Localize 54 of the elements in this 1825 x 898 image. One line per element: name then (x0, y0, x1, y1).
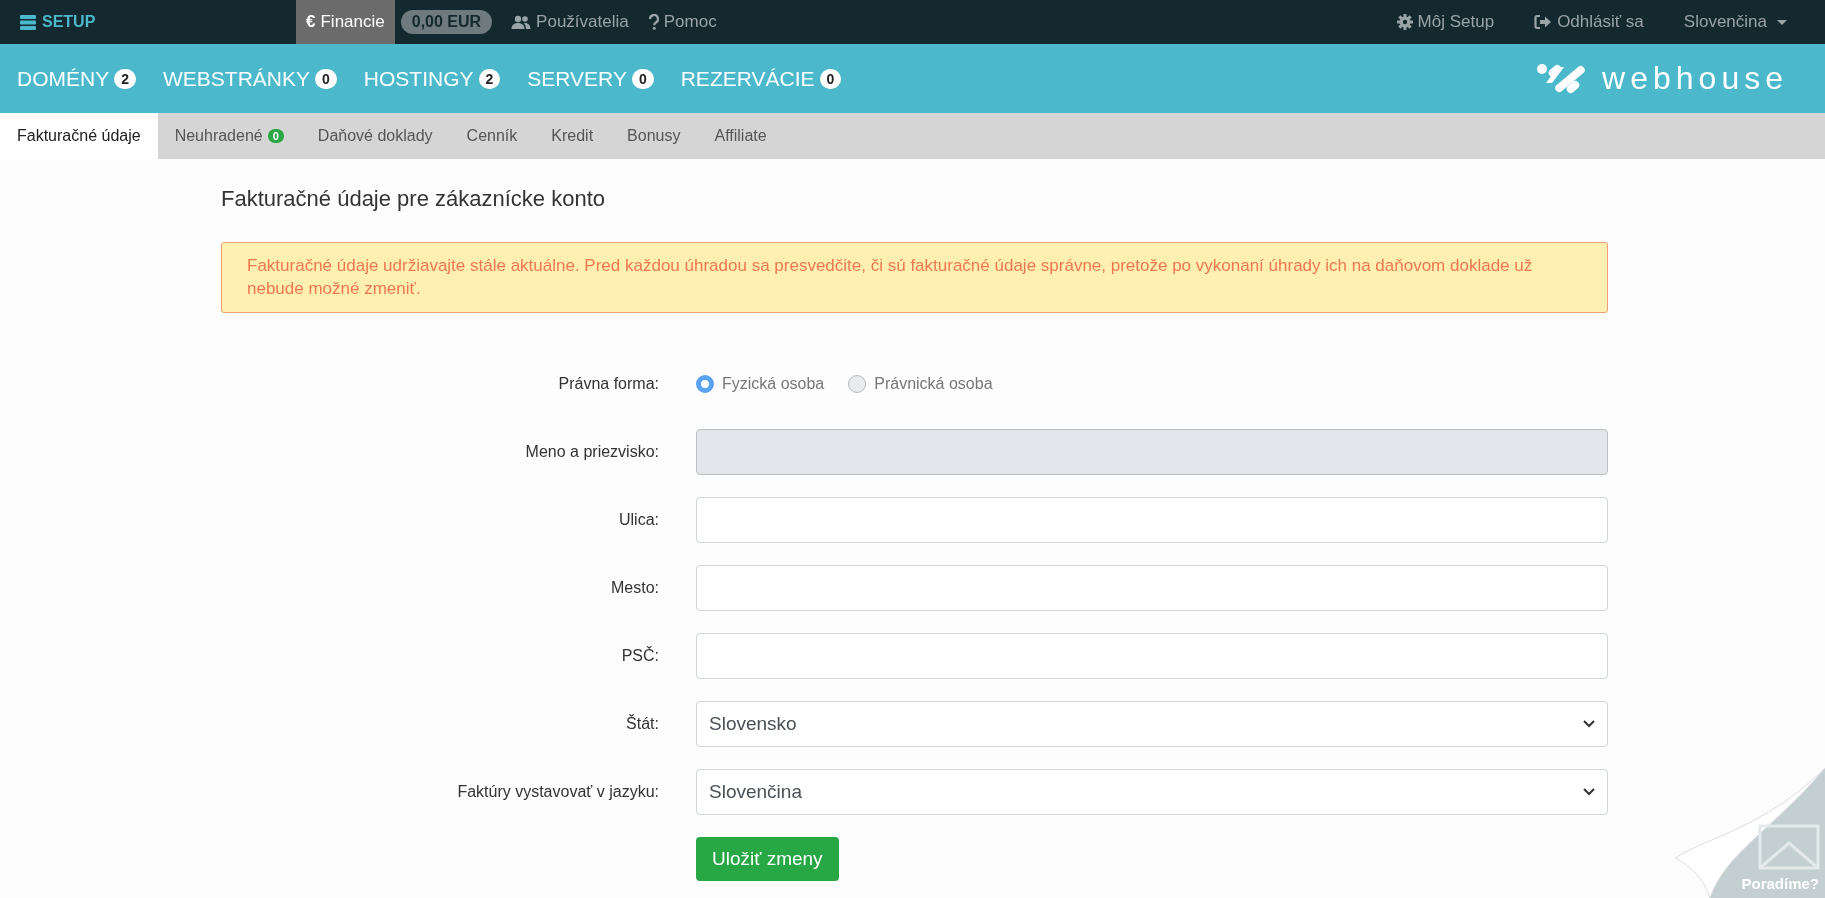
count-badge: 0 (315, 68, 337, 89)
text-field[interactable] (696, 633, 1608, 679)
form-label: Štát: (625, 715, 660, 733)
chevron-down-icon (1583, 720, 1595, 728)
count-badge: 0 (267, 129, 284, 143)
settings-icon (1396, 14, 1413, 30)
count-badge: 0 (631, 68, 654, 89)
text-field[interactable] (696, 565, 1608, 611)
top-nav-link[interactable]: € Financie (296, 0, 395, 44)
sub-nav-tab[interactable]: Fakturačné údaje (0, 113, 158, 159)
question-icon (648, 14, 659, 30)
main-nav-link[interactable]: WEBSTRÁNKY 0 (163, 66, 337, 91)
top-nav-link[interactable]: Môj Setup (1386, 12, 1505, 32)
save-button[interactable]: Uložiť zmeny (696, 837, 839, 881)
form-label: Mesto: (610, 579, 660, 597)
logout-icon (1534, 14, 1553, 30)
count-badge: 2 (114, 68, 136, 89)
count-badge: 2 (478, 68, 501, 89)
sub-nav-tab[interactable]: Kredit (534, 113, 611, 159)
sub-nav-tab[interactable]: Bonusy (610, 113, 698, 159)
form-label: Ulica: (618, 511, 660, 529)
caret-icon (1777, 19, 1787, 25)
server-icon (20, 14, 36, 30)
sub-nav-tab[interactable]: Daňové doklady (300, 113, 450, 159)
radio-button[interactable] (848, 375, 867, 393)
main-nav-link[interactable]: SERVERY 0 (527, 66, 654, 91)
radio-button[interactable] (696, 375, 714, 393)
language-dropdown[interactable]: Slovenčina (1673, 12, 1797, 32)
form-label: Právna forma: (557, 375, 660, 393)
sub-nav-tab[interactable]: Neuhradené 0 (157, 113, 301, 159)
main-nav-link[interactable]: HOSTINGY 2 (363, 66, 501, 91)
form-label: Meno a priezvisko: (524, 443, 660, 461)
form-label: Faktúry vystavovať v jazyku: (456, 783, 660, 801)
sub-nav-tab[interactable]: Cenník (449, 113, 535, 159)
text-field[interactable] (696, 497, 1608, 543)
logo-wordmark: webhouse (1602, 60, 1788, 97)
top-nav-link[interactable]: Odhlásiť sa (1524, 12, 1654, 32)
main-nav-link[interactable]: REZERVÁCIE 0 (680, 66, 842, 91)
radio-option[interactable]: Fyzická osoba (696, 375, 825, 393)
sub-nav-tab[interactable]: Affiliate (697, 113, 784, 159)
balance-badge: 0,00 EUR (400, 10, 493, 34)
form-label: PSČ: (620, 647, 660, 665)
radio-option[interactable]: Právnická osoba (848, 375, 993, 393)
users-icon (511, 15, 532, 29)
top-nav-link[interactable]: Pomoc (638, 0, 727, 44)
main-nav-link[interactable]: DOMÉNY 2 (17, 66, 136, 91)
select-field[interactable]: Slovensko (696, 701, 1608, 747)
chevron-down-icon (1583, 788, 1595, 796)
brand-link[interactable]: SETUP (20, 13, 296, 31)
count-badge: 0 (819, 68, 842, 89)
page-title: Fakturačné údaje pre zákaznícke konto (221, 186, 606, 212)
warning-alert: Fakturačné údaje udržiavajte stále aktuálne. Pred každou úhradou sa presvedčite, či sú fakturačné údaje správne, pretože po vykonaní úhrady ich na daňovom doklade už nebude možné zmeniť. (221, 242, 1608, 313)
select-field[interactable]: Slovenčina (696, 769, 1608, 815)
top-nav-link[interactable]: Používatelia (501, 0, 639, 44)
